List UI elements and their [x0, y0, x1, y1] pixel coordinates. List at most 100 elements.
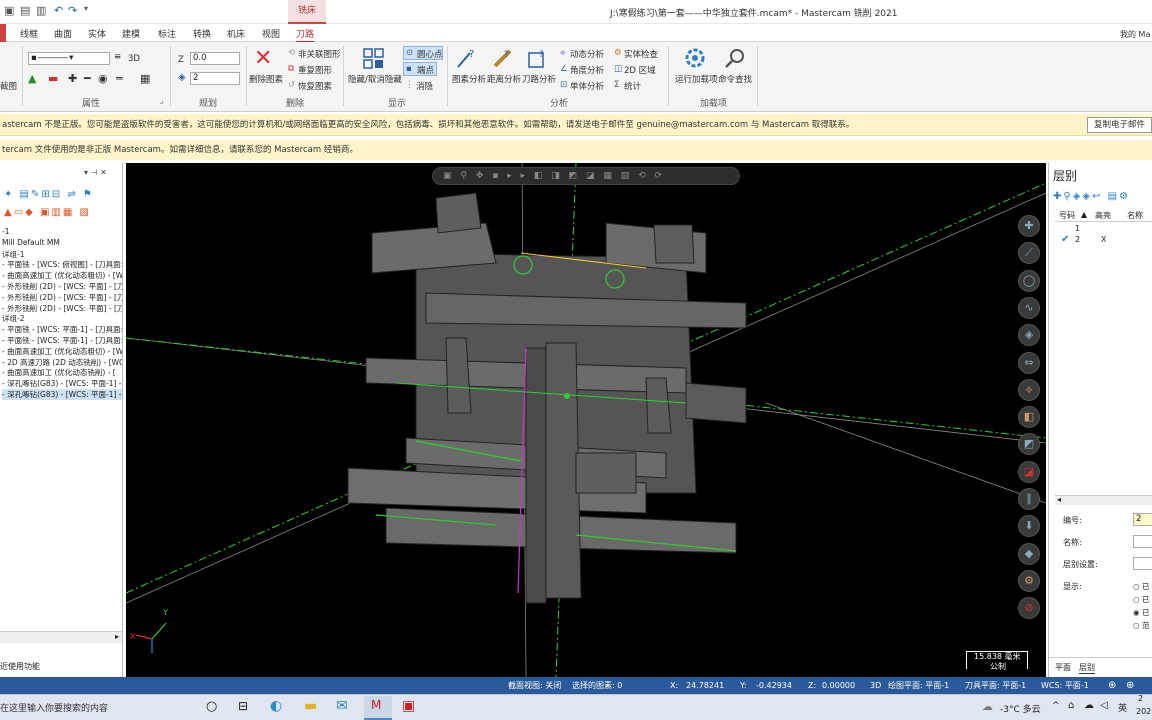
tab-surface[interactable]: 曲面 [54, 27, 72, 40]
display-radio-1[interactable]: ○ 已 [1133, 581, 1149, 592]
z-depth-input[interactable]: 0.0 [190, 52, 240, 65]
gear-icon[interactable]: ⚙ [1018, 569, 1040, 592]
tree-node[interactable]: -1 [2, 227, 9, 236]
delete-entities-button[interactable]: 删除图素 [249, 73, 283, 85]
command-finder-button[interactable]: 命令查找 [718, 73, 752, 85]
fill-color-icon[interactable]: ▬ [48, 72, 58, 85]
tree-node[interactable]: - 曲面高速加工 (优化动态粗切) - [W [2, 346, 122, 357]
link-icon[interactable]: ⟡ [1018, 378, 1040, 401]
display-radio-2[interactable]: ○ 已 [1133, 594, 1149, 605]
level-input[interactable]: 2 [190, 72, 240, 85]
scroll-right-icon[interactable]: ▸ [115, 632, 119, 641]
mastercam-taskbar-button[interactable]: M [364, 696, 392, 720]
user-name[interactable]: 我的 Ma [1120, 29, 1150, 40]
taskbar-search[interactable]: 在这里输入你要搜索的内容 [0, 701, 108, 714]
tab-planes[interactable]: 平面 [1055, 662, 1071, 673]
scroll-left-icon[interactable]: ◂ [1057, 495, 1061, 504]
blank-button[interactable]: 消隐 [416, 80, 433, 92]
tree-node[interactable]: - 平面铣 - [WCS: 平面-1] - [刀具面: [2, 335, 122, 346]
mail-icon[interactable]: ✉ [336, 698, 348, 714]
save-icon[interactable]: ▣ [4, 4, 14, 17]
tab-transform[interactable]: 转换 [193, 27, 211, 40]
tree-node[interactable]: - 平面铣 - [WCS: 平面-1] - [刀具面: [2, 324, 122, 335]
qat-dropdown-icon[interactable]: ▾ [84, 4, 88, 13]
input-language[interactable]: 英 [1118, 701, 1127, 714]
viewport-toolbar[interactable]: ▣ ⚲ ✥ ▪ ▸ ▸ ◧ ◨ ◩ ◪ ▦ ▧ ⟲ ⟳ [432, 167, 740, 185]
weather-text[interactable]: -3°C 多云 [1000, 702, 1041, 715]
rotate-icon[interactable]: ◯ [1018, 269, 1040, 292]
toolpath-toolbar-row2[interactable]: ▲▭◆ ▣▥▦ ▧ [4, 207, 91, 218]
pdf-icon[interactable]: ▣ [402, 698, 415, 714]
dimension-icon[interactable]: ⇔ [1018, 351, 1040, 374]
file-tab[interactable] [0, 24, 6, 42]
stack-icon[interactable]: ◆ [1018, 542, 1040, 565]
tray-chevron-icon[interactable]: ^ [1052, 701, 1060, 711]
level-number-input[interactable]: 2 [1133, 513, 1152, 526]
col-name[interactable]: 名称 [1127, 210, 1143, 221]
entity-analysis-button[interactable]: 图素分析 [452, 73, 486, 85]
display-radio-3[interactable]: ◉ 已 [1133, 607, 1149, 618]
attributes-launcher-icon[interactable]: ⌟ [160, 97, 163, 105]
area-2d-button[interactable]: 2D 区域 [624, 64, 656, 76]
distance-analysis-icon[interactable]: ? [492, 47, 514, 69]
tab-levels[interactable]: 层别 [1079, 662, 1095, 674]
clock-date[interactable]: 202 [1136, 707, 1151, 716]
edge-icon[interactable]: ◐ [270, 698, 282, 714]
hide-unhide-icon[interactable] [363, 48, 385, 70]
ribbon-left-label[interactable]: 截图 [0, 80, 17, 92]
restore-button[interactable]: 恢复图素 [298, 80, 332, 92]
tree-node[interactable]: 详组-1 [2, 249, 24, 260]
undo-icon[interactable]: ↶ [54, 4, 63, 17]
recent-functions-label[interactable]: 近使用功能 [0, 661, 40, 672]
pause-icon[interactable]: ∥ [1018, 488, 1040, 510]
print-icon[interactable]: ▥ [36, 4, 46, 17]
tree-node[interactable]: - 2D 高速刀路 (2D 动态铣削) - [WCS [2, 357, 122, 368]
material-icon[interactable]: ◉ [98, 72, 108, 85]
line-type-icon[interactable]: ━ [84, 72, 91, 85]
tab-wireframe[interactable]: 线框 [20, 27, 38, 40]
tree-node[interactable]: - 外形铣削 (2D) - [WCS: 平面] - [刀J [2, 303, 122, 314]
non-assoc-button[interactable]: 非关联图形 [298, 48, 341, 60]
single-analysis-button[interactable]: 单体分析 [570, 80, 604, 92]
command-finder-icon[interactable] [724, 47, 746, 69]
point-style-icon[interactable]: ✚ [68, 72, 77, 85]
cortana-icon[interactable]: ○ [206, 699, 217, 714]
construction-plane[interactable]: 绘图平面: 平面-1 [888, 677, 949, 694]
task-view-icon[interactable]: ⊟ [238, 699, 248, 713]
volume-icon[interactable]: ◁ [1100, 700, 1108, 711]
tree-node[interactable]: 详组-2 [2, 313, 24, 324]
solid-check-button[interactable]: 实体检查 [624, 48, 658, 60]
tree-node[interactable]: - 曲面高速加工 (优化动态粗切) - [W [2, 270, 122, 281]
endpoint-toggle[interactable]: ▪ 端点 [403, 62, 437, 76]
line-width-icon[interactable]: ≡ [112, 52, 126, 65]
entity-analysis-icon[interactable]: ? [456, 47, 478, 69]
delete-entities-icon[interactable]: ✕ [254, 46, 272, 71]
col-highlight[interactable]: 高亮 [1095, 210, 1111, 221]
panel-controls[interactable]: ▾ ⊣ ✕ [84, 168, 107, 177]
tab-toolpaths[interactable]: 刀路 [296, 27, 315, 43]
toolpath-toolbar-row1[interactable]: ✦ ▤✎⊞⊟ ⇌ ⚑ [4, 189, 94, 200]
red-green-icon[interactable]: ◪ [1018, 460, 1040, 483]
distance-analysis-button[interactable]: 距离分析 [487, 73, 521, 85]
levels-toolbar[interactable]: ✚⚲◈◈↩ ▤⚙ [1053, 191, 1130, 202]
tab-solid[interactable]: 实体 [88, 27, 106, 40]
tab-view[interactable]: 视图 [262, 27, 280, 40]
duplicate-button[interactable]: 重复图形 [298, 64, 332, 76]
statistics-button[interactable]: 统计 [624, 80, 641, 92]
levels-scrollbar[interactable]: ◂ [1055, 495, 1152, 505]
toolpath-analysis-button[interactable]: 刀路分析 [522, 73, 556, 85]
tab-model[interactable]: 建模 [122, 27, 140, 40]
section-view-status[interactable]: 截面视图: 关闭 [508, 677, 561, 694]
tree-node[interactable]: - 外形铣削 (2D) - [WCS: 平面] - [刀J [2, 292, 122, 303]
clear-color-icon[interactable]: ▦ [140, 72, 150, 85]
angle-analysis-button[interactable]: 角度分析 [570, 64, 604, 76]
circle-center-toggle[interactable]: ⊙ 圆心点 [403, 46, 443, 60]
tree-node[interactable]: - 深孔啄钻(G83) - [WCS: 平面-1] - [2, 389, 122, 400]
dynamic-analysis-button[interactable]: 动态分析 [570, 48, 604, 60]
model-view[interactable]: Y X [126, 163, 1046, 677]
tree-scrollbar[interactable]: ▸ [0, 631, 122, 643]
color-icon[interactable]: ▲ [28, 72, 36, 85]
run-addin-button[interactable]: 运行加载项 [675, 73, 718, 85]
line-style-select[interactable]: ▪ ———— ▾ [28, 52, 110, 65]
orange-solid-icon[interactable]: ◧ [1018, 406, 1040, 429]
